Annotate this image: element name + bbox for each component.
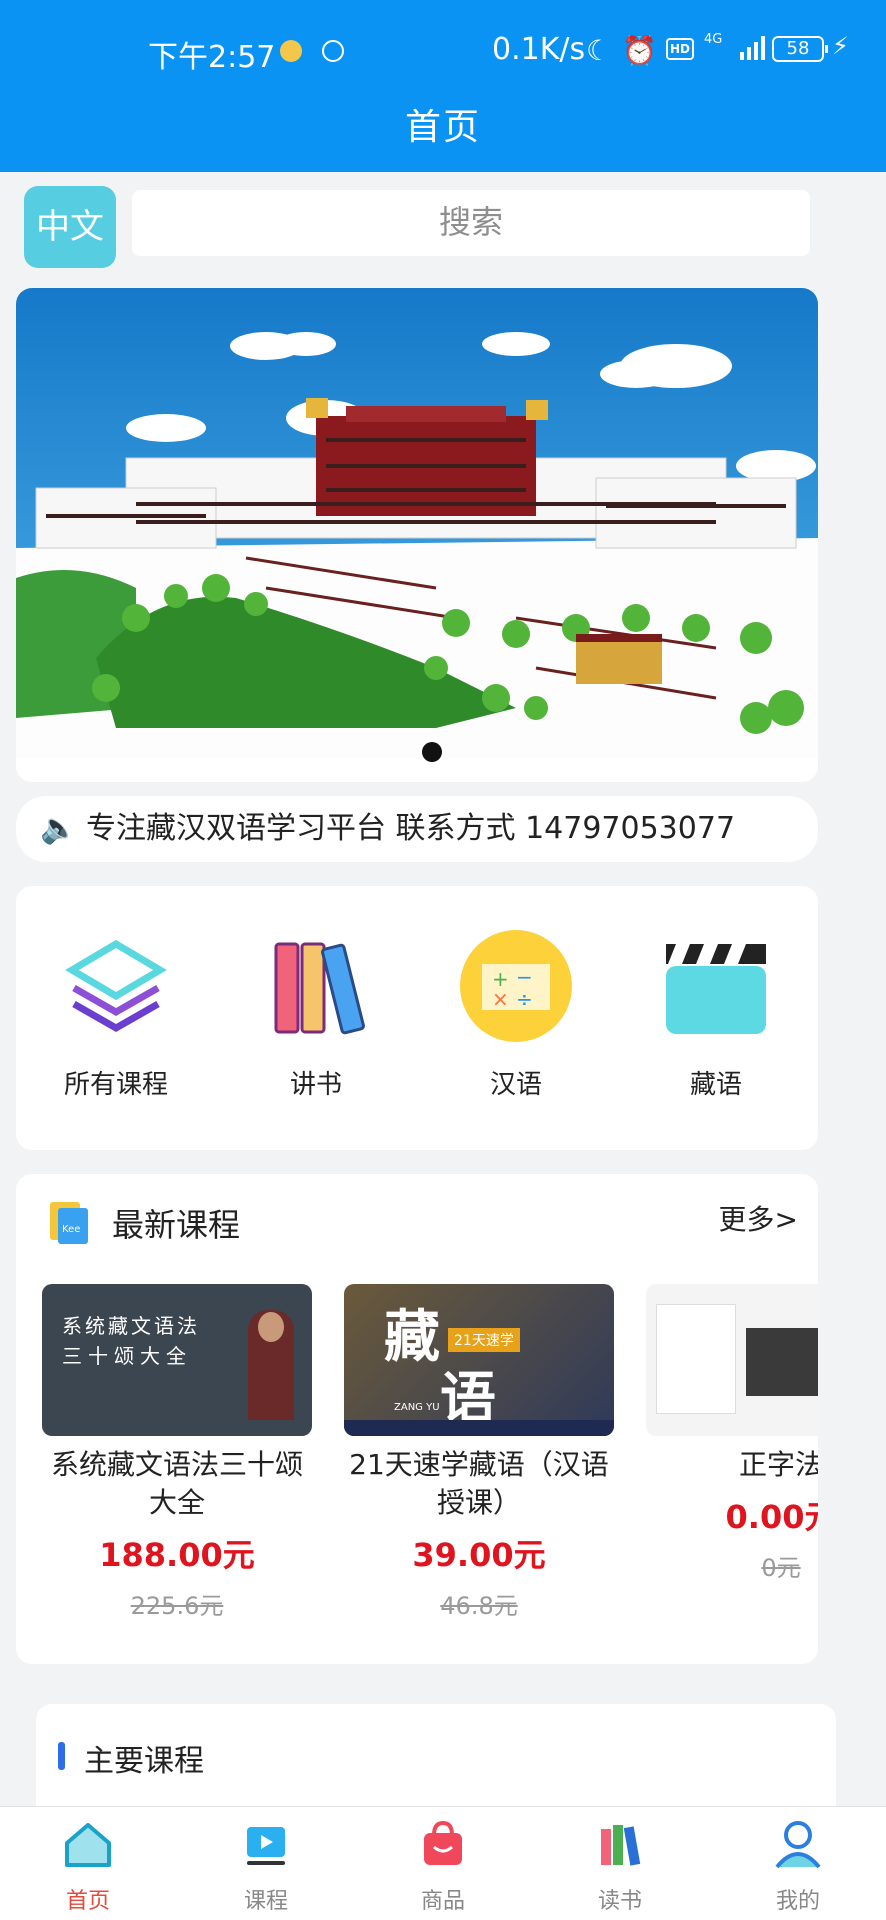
category-label: 藏语	[689, 1070, 742, 1100]
course-card[interactable]: 藏 语 21天速学 ZANG YU 21天速学藏语（汉语授课） 39.00元 4…	[344, 1284, 614, 1621]
section-title: 最新课程	[112, 1206, 241, 1244]
battery-level: 58	[786, 38, 810, 59]
battery-icon: 58	[772, 36, 828, 62]
more-link[interactable]: 更多>	[719, 1198, 798, 1238]
course-name: 正字法	[738, 1448, 818, 1481]
course-price: 39.00元	[412, 1536, 546, 1574]
signal-type: 4G	[704, 32, 723, 47]
tab-label: 商品	[420, 1889, 465, 1914]
tab-home[interactable]: 首页	[28, 1817, 148, 1915]
tab-products[interactable]: 商品	[383, 1817, 503, 1915]
video-icon	[247, 1827, 285, 1865]
tab-mine[interactable]: 我的	[738, 1817, 858, 1915]
svg-text:−: −	[516, 965, 533, 989]
course-name: 系统藏文语法三十颂大全	[50, 1448, 303, 1519]
course-card[interactable]: 正字法 0.00元 0元	[646, 1284, 818, 1583]
tab-courses[interactable]: 课程	[206, 1817, 326, 1915]
status-bar: 下午2:57 0.1K/s ☾ ⏰ HD 4G 58 ⚡	[0, 28, 886, 75]
potala-palace-illustration	[16, 288, 818, 782]
thumb-title-line: 三十颂大全	[62, 1344, 192, 1368]
home-icon	[65, 1823, 111, 1867]
search-input[interactable]: 搜索	[132, 190, 810, 256]
thumb-pinyin: ZANG YU	[394, 1402, 440, 1413]
network-speed: 0.1K/s	[492, 32, 586, 67]
status-time: 下午2:57	[148, 40, 276, 75]
course-thumbnail	[646, 1284, 818, 1436]
moon-icon: ☾	[586, 34, 612, 67]
document-page	[656, 1304, 736, 1414]
notice-bar[interactable]: 🔈 专注藏汉双语学习平台 联系方式 14797053077	[16, 796, 818, 862]
course-price: 188.00元	[99, 1536, 255, 1574]
course-original-price: 225.6元	[130, 1592, 224, 1620]
course-thumbnail: 藏 语 21天速学 ZANG YU	[344, 1284, 614, 1436]
carousel-indicator-dot[interactable]	[422, 742, 442, 762]
tab-label: 课程	[243, 1889, 288, 1914]
tab-reading[interactable]: 读书	[560, 1817, 680, 1915]
svg-text:÷: ÷	[516, 987, 533, 1011]
course-name: 21天速学藏语（汉语授课）	[349, 1448, 609, 1519]
category-book-talk[interactable]: 讲书	[216, 926, 416, 1101]
message-notification-icon	[280, 40, 302, 62]
tab-label: 读书	[597, 1889, 642, 1914]
notice-text: 专注藏汉双语学习平台 联系方式 14797053077	[86, 811, 736, 846]
category-grid: 所有课程 讲书 + − × ÷ 汉语 藏语	[16, 886, 818, 1150]
category-label: 讲书	[289, 1070, 342, 1100]
category-chinese[interactable]: + − × ÷ 汉语	[416, 926, 616, 1101]
presenter-face	[258, 1312, 284, 1342]
tibetan-text-slide	[746, 1328, 818, 1396]
svg-text:Kee: Kee	[62, 1224, 80, 1235]
clapperboard-icon	[666, 944, 766, 1034]
thumb-title-line: 系统藏文语法	[62, 1314, 200, 1338]
category-all-courses[interactable]: 所有课程	[16, 926, 216, 1101]
course-thumbnail: 系统藏文语法 三十颂大全	[42, 1284, 312, 1436]
banner-carousel[interactable]	[16, 288, 818, 782]
section-title: 主要课程	[84, 1744, 204, 1779]
category-label: 所有课程	[63, 1070, 168, 1100]
course-card[interactable]: 系统藏文语法 三十颂大全 系统藏文语法三十颂大全 188.00元 225.6元	[42, 1284, 312, 1621]
category-label: 汉语	[489, 1070, 542, 1100]
tab-label: 我的	[775, 1889, 820, 1914]
shopping-bag-icon	[424, 1820, 462, 1865]
voice-notification-icon	[322, 40, 344, 62]
speaker-icon: 🔈	[40, 811, 78, 846]
thumb-footer-band	[344, 1420, 614, 1436]
bottom-tab-bar: 首页 课程 商品 读书 我的	[0, 1806, 886, 1920]
charging-icon: ⚡	[832, 32, 849, 60]
thumb-big-char: 藏	[384, 1305, 440, 1370]
course-original-price: 0元	[761, 1554, 801, 1582]
language-switch-button[interactable]: 中文	[24, 186, 116, 268]
page-title: 首页	[404, 107, 481, 148]
tab-label: 首页	[65, 1889, 110, 1914]
calculator-icon: + − × ÷	[460, 930, 572, 1042]
category-tibetan[interactable]: 藏语	[616, 926, 816, 1101]
app-header: 下午2:57 0.1K/s ☾ ⏰ HD 4G 58 ⚡ 首页	[0, 0, 886, 172]
section-accent-bar	[58, 1742, 65, 1770]
course-book-icon: Kee	[50, 1202, 88, 1244]
layers-icon	[65, 939, 167, 1033]
user-icon	[775, 1821, 821, 1869]
thumb-tag: 21天速学	[448, 1328, 520, 1352]
signal-bars-icon	[740, 36, 765, 60]
book-icon	[601, 1825, 641, 1866]
svg-text:×: ×	[492, 987, 509, 1011]
course-price: 0.00元	[725, 1498, 818, 1536]
latest-courses-section: Kee 最新课程 更多> 系统藏文语法 三十颂大全 系统藏文语法三十颂大全 18…	[16, 1174, 818, 1664]
alarm-icon: ⏰	[622, 34, 657, 67]
books-icon	[274, 942, 365, 1035]
hd-badge: HD	[666, 38, 694, 60]
course-original-price: 46.8元	[440, 1592, 518, 1620]
